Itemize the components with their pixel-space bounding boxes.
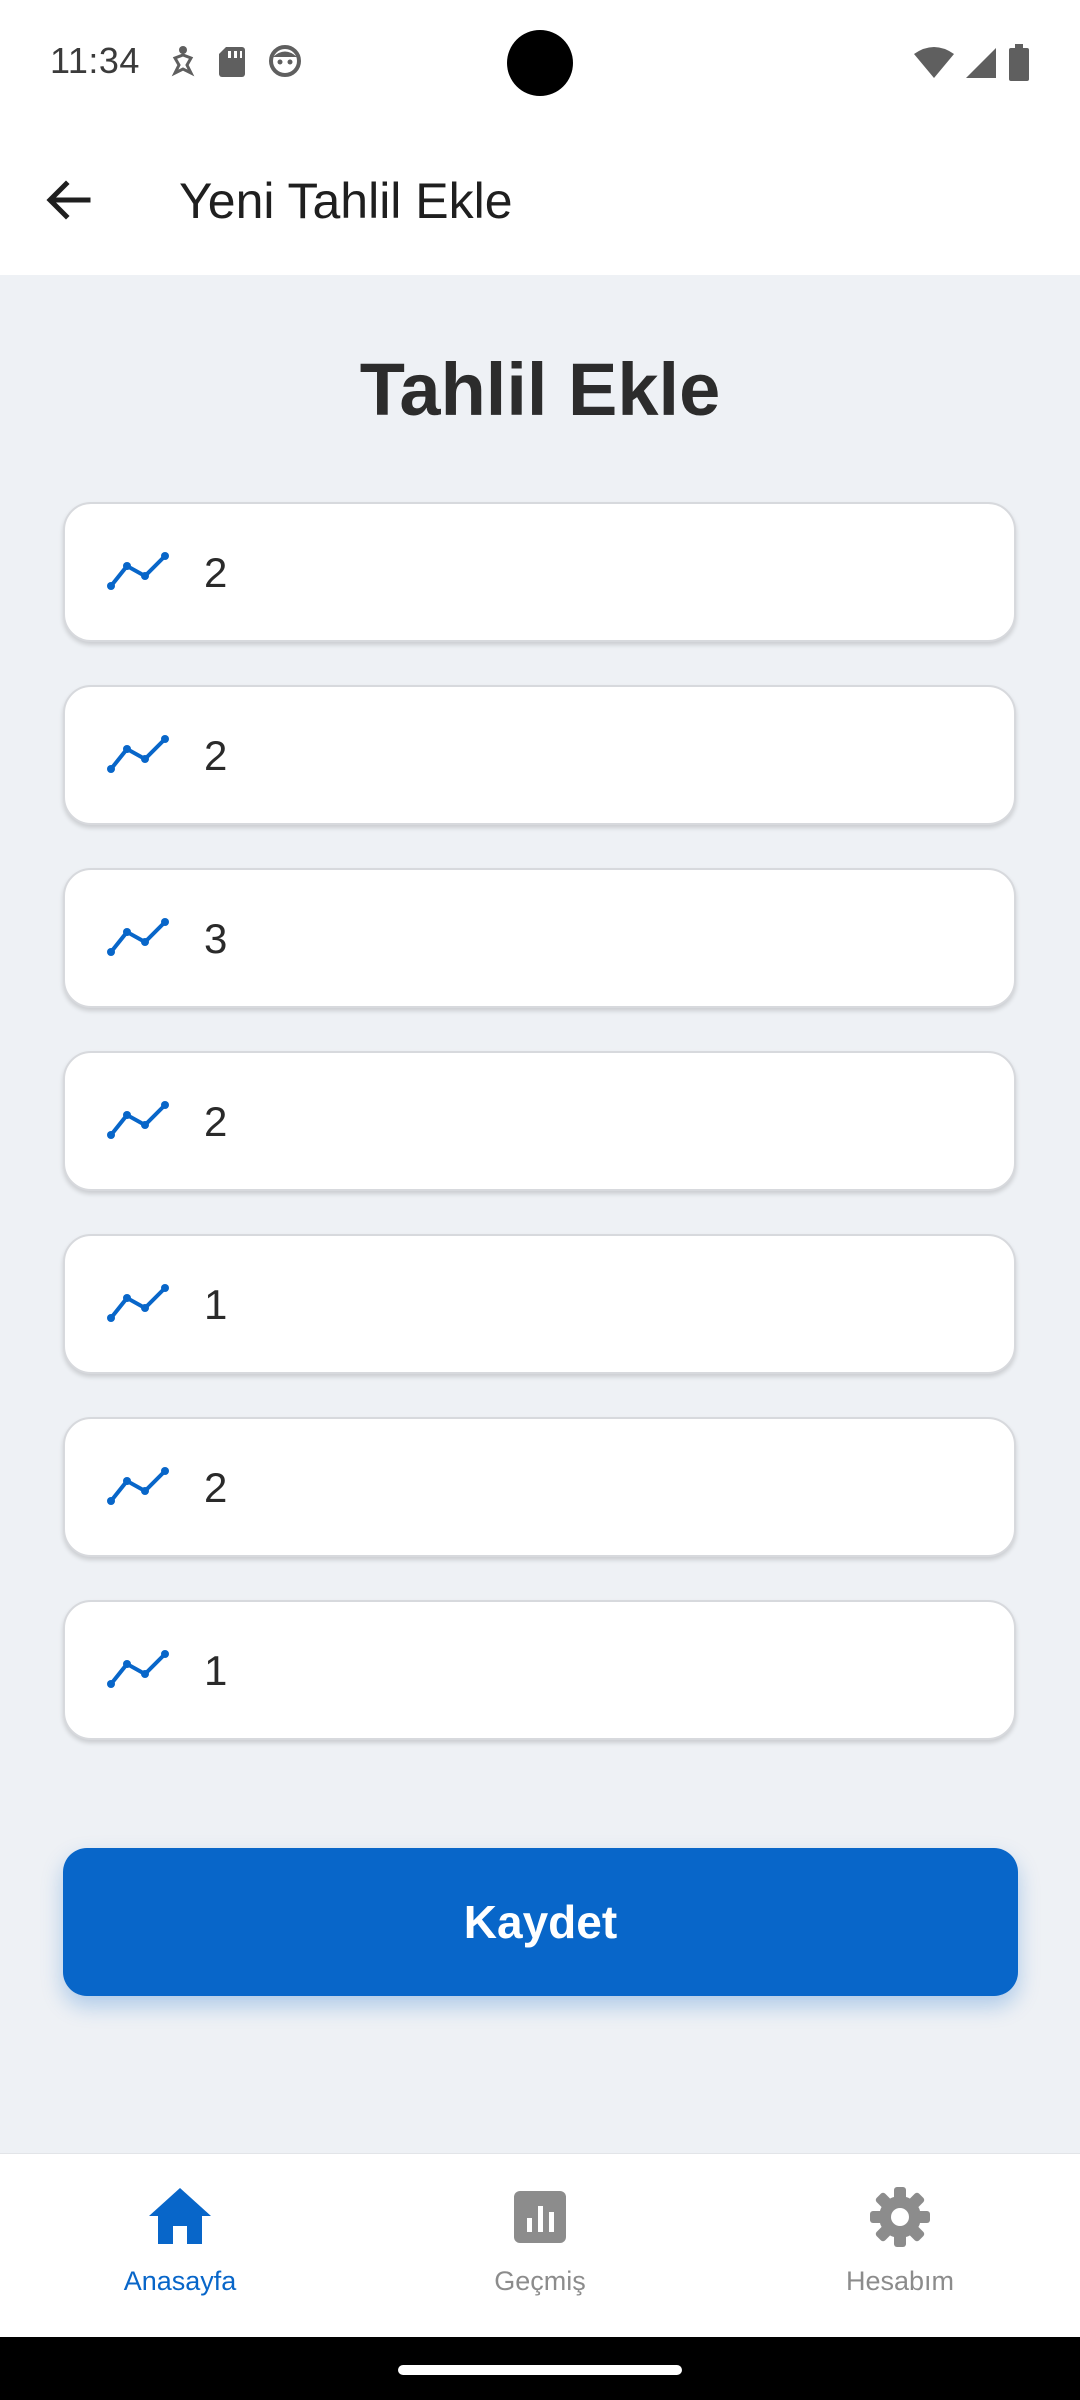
status-icons-left	[170, 44, 302, 78]
battery-icon	[1009, 44, 1029, 81]
bottom-nav: Anasayfa Geçmiş Hesabım	[0, 2153, 1080, 2337]
trend-line-icon	[107, 1284, 169, 1322]
nav-item-history[interactable]: Geçmiş	[360, 2154, 720, 2338]
trend-line-icon	[107, 1467, 169, 1505]
chart-icon	[514, 2191, 566, 2243]
trend-line-icon	[107, 1101, 169, 1139]
nav-label-account: Hesabım	[845, 2266, 955, 2296]
status-icons-right	[914, 44, 1030, 82]
page-title: Tahlil Ekle	[359, 348, 721, 431]
field-value: 2	[204, 1464, 228, 1511]
trend-line-icon	[107, 552, 169, 590]
analysis-field-4[interactable]: 2	[63, 1051, 1016, 1191]
trend-line-icon	[107, 735, 169, 773]
accessibility-icon	[171, 46, 195, 77]
app-bar: Yeni Tahlil Ekle	[0, 128, 1080, 275]
app-title: Yeni Tahlil Ekle	[179, 173, 513, 229]
status-time: 11:34	[50, 40, 140, 81]
field-value: 2	[204, 732, 228, 779]
signal-icon	[966, 48, 996, 78]
nav-label-home: Anasayfa	[123, 2266, 237, 2296]
analysis-field-3[interactable]: 3	[63, 868, 1016, 1008]
field-value: 1	[204, 1281, 228, 1328]
nav-item-home[interactable]: Anasayfa	[0, 2154, 360, 2338]
trend-line-icon	[107, 918, 169, 956]
analysis-field-6[interactable]: 2	[63, 1417, 1016, 1557]
field-value: 2	[204, 1098, 228, 1145]
save-button[interactable]: Kaydet	[63, 1848, 1018, 1996]
home-gesture-handle[interactable]	[398, 2365, 682, 2375]
trend-line-icon	[107, 1650, 169, 1688]
field-value: 2	[204, 549, 228, 596]
face-icon	[269, 45, 301, 77]
analysis-field-2[interactable]: 2	[63, 685, 1016, 825]
analysis-field-7[interactable]: 1	[63, 1600, 1016, 1740]
sd-card-icon	[219, 47, 245, 77]
wifi-icon	[914, 47, 954, 78]
nav-label-history: Geçmiş	[494, 2266, 586, 2296]
home-icon	[149, 2188, 211, 2244]
back-button[interactable]	[36, 168, 100, 232]
settings-icon	[870, 2187, 930, 2247]
arrow-back-icon	[46, 180, 91, 220]
analysis-field-5[interactable]: 1	[63, 1234, 1016, 1374]
status-bar: 11:34	[0, 0, 1080, 128]
field-value: 1	[204, 1647, 228, 1694]
field-value: 3	[204, 915, 228, 962]
analysis-field-1[interactable]: 2	[63, 502, 1016, 642]
camera-cutout	[507, 30, 573, 96]
form-content: Tahlil Ekle 2 2 3 2 1 2 1 Kaydet	[0, 275, 1080, 2153]
gesture-bar	[0, 2337, 1080, 2400]
nav-item-account[interactable]: Hesabım	[720, 2154, 1080, 2338]
